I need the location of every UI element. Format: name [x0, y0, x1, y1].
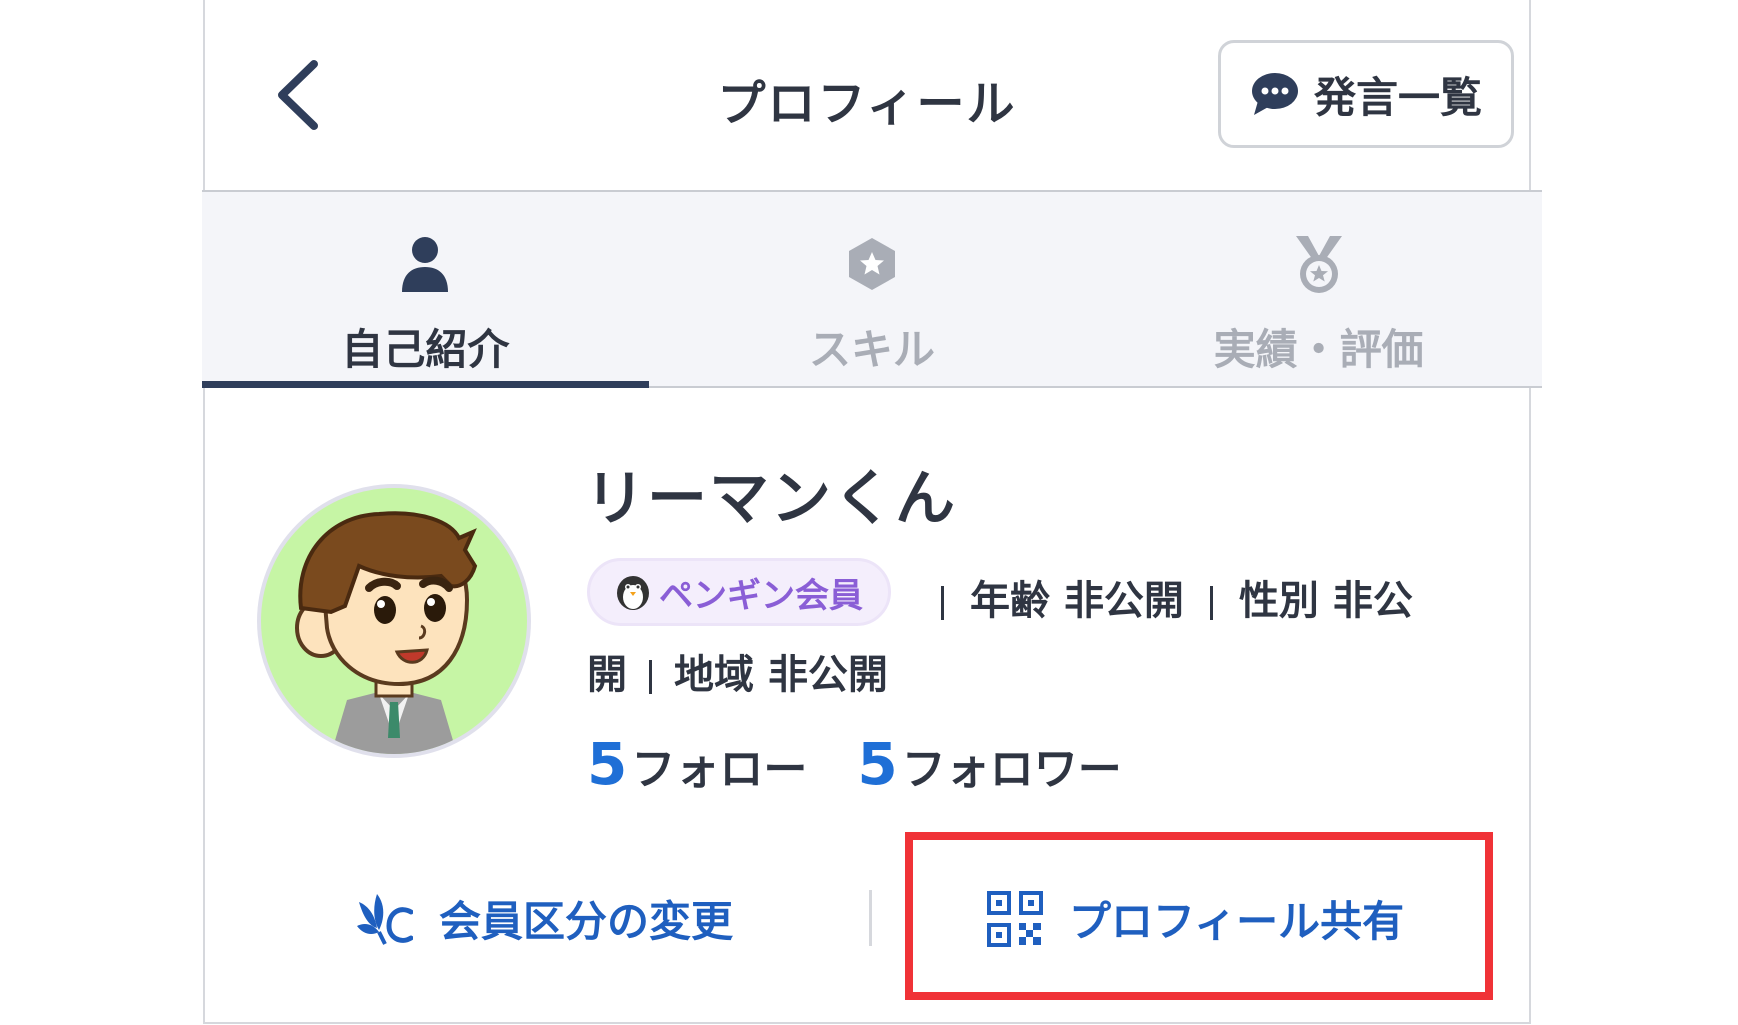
avatar [257, 484, 531, 758]
info-line-2: 開 地域 非公開 [587, 642, 888, 700]
membership-badge: ペンギン会員 [587, 558, 891, 626]
separator [649, 660, 652, 694]
chat-bubble-icon [1251, 73, 1298, 115]
info-line-1: 年齢 非公開 性別 非公 [915, 568, 1413, 626]
profile-screen: プロフィール 発言一覧 自己紹介 スキル 実績・評価 リーマンくん ペンギン会員… [202, 0, 1542, 1024]
separator [1209, 586, 1213, 620]
change-membership-button[interactable]: 会員区分の変更 [355, 888, 733, 949]
change-membership-label: 会員区分の変更 [439, 897, 734, 946]
medal-icon [1295, 236, 1342, 293]
star-hexagon-icon [849, 238, 895, 290]
following-count: 5 [587, 730, 628, 798]
following-label: フォロー [631, 744, 808, 795]
penguin-icon [617, 576, 649, 610]
person-icon [402, 237, 449, 292]
tab-bar: 自己紹介 スキル 実績・評価 [202, 190, 1542, 388]
header: プロフィール 発言一覧 [205, 0, 1529, 190]
cartoon-man-avatar-image [295, 511, 478, 754]
divider [869, 890, 872, 946]
followers-link[interactable]: 5 フォロワー [857, 730, 1121, 798]
following-link[interactable]: 5 フォロー [587, 730, 807, 798]
region-label: 地域 [674, 652, 754, 698]
followers-count: 5 [857, 730, 898, 798]
tab-label: 実績・評価 [1213, 325, 1424, 374]
tab-skills[interactable]: スキル [649, 192, 1096, 386]
tab-label: スキル [809, 325, 936, 374]
tab-achievements[interactable]: 実績・評価 [1095, 192, 1542, 386]
username: リーマンくん [585, 464, 957, 534]
posts-list-button[interactable]: 発言一覧 [1218, 40, 1514, 148]
gender-label: 性別 [1238, 578, 1319, 624]
tab-label: 自己紹介 [341, 325, 510, 374]
tab-self-introduction[interactable]: 自己紹介 [202, 192, 649, 388]
separator [941, 586, 944, 620]
leaf-icon [357, 893, 413, 945]
gender-value: 非公 [1332, 578, 1413, 624]
age-value: 非公開 [1063, 578, 1184, 624]
highlight-annotation-box [905, 832, 1493, 1000]
gender-value-continued: 開 [587, 652, 627, 698]
membership-badge-label: ペンギン会員 [659, 575, 863, 616]
region-value: 非公開 [767, 652, 888, 698]
posts-list-label: 発言一覧 [1313, 72, 1482, 122]
followers-label: フォロワー [901, 744, 1122, 795]
age-label: 年齢 [970, 578, 1050, 624]
follow-stats: 5 フォロー 5 フォロワー [587, 730, 1122, 798]
